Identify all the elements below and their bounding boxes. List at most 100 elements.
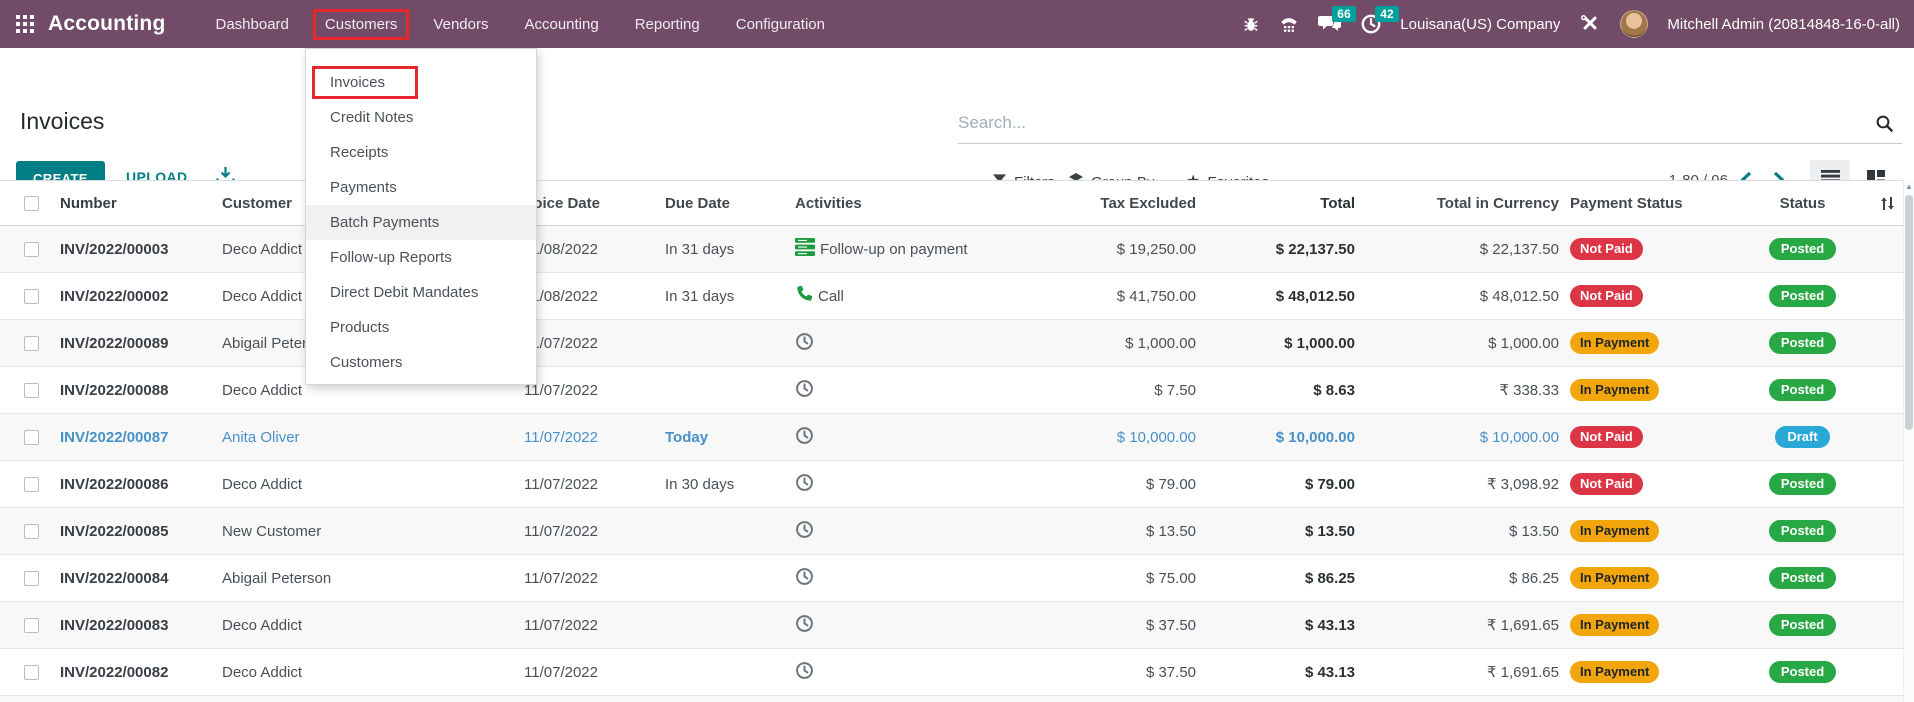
invoice-number-cell: INV/2022/00083 [44,617,206,634]
activity-clock-icon[interactable] [795,661,814,684]
activity-cell[interactable] [750,379,990,402]
apps-grid-icon[interactable] [16,15,34,33]
scroll-up-arrow[interactable]: ▲ [1904,182,1914,191]
activity-clock-icon[interactable] [795,332,814,355]
nav-item-customers[interactable]: Customers [313,9,410,40]
user-avatar[interactable] [1620,10,1648,38]
nav-item-accounting[interactable]: Accounting [512,9,610,40]
invoice-row[interactable]: INV/2022/00084Abigail Peterson11/07/2022… [0,555,1914,602]
messages-icon[interactable]: 66 [1318,14,1342,34]
header-number[interactable]: Number [44,195,206,212]
nav-item-reporting[interactable]: Reporting [623,9,712,40]
header-due-date[interactable]: Due Date [610,195,750,212]
status-badge: Posted [1769,614,1836,636]
invoice-row[interactable]: INV/2022/00088Deco Addict11/07/2022$ 7.5… [0,367,1914,414]
dropdown-item-customers[interactable]: Customers [306,345,536,380]
search-icon[interactable] [1875,114,1894,136]
header-activities[interactable]: Activities [750,195,990,212]
invoice-row[interactable]: INV/2022/00003Deco Addict11/08/2022In 31… [0,226,1914,273]
nav-item-dashboard[interactable]: Dashboard [204,9,301,40]
invoice-number-cell: INV/2022/00089 [44,335,206,352]
invoice-row[interactable]: INV/2022/00082Deco Addict11/07/2022$ 37.… [0,649,1914,696]
invoice-list: Number Customer Invoice Date Due Date Ac… [0,180,1914,702]
activity-cell[interactable] [750,426,990,449]
row-checkbox[interactable] [24,477,39,492]
activity-clock-icon[interactable] [795,473,814,496]
status-cell: Draft [1745,426,1860,448]
total-in-currency-cell: $ 86.25 [1360,570,1565,587]
customer-cell: Deco Addict [206,617,486,634]
select-all-checkbox[interactable] [24,196,39,211]
activity-clock-icon[interactable] [795,426,814,449]
dropdown-item-products[interactable]: Products [306,310,536,345]
activity-clock-icon[interactable] [795,520,814,543]
dropdown-item-follow-up-reports[interactable]: Follow-up Reports [306,240,536,275]
header-payment-status[interactable]: Payment Status [1565,195,1745,212]
scrollbar-thumb[interactable] [1905,195,1913,430]
user-menu[interactable]: Mitchell Admin (20814848-16-0-all) [1667,16,1900,33]
vertical-scrollbar[interactable]: ▲ [1903,180,1914,702]
invoice-date-cell: 11/07/2022 [486,523,610,540]
activity-cell[interactable]: Follow-up on payment [750,238,990,260]
dropdown-item-receipts[interactable]: Receipts [306,135,536,170]
invoice-row[interactable]: INV/2022/00002Deco Addict11/08/2022In 31… [0,273,1914,320]
app-name[interactable]: Accounting [48,12,166,36]
row-checkbox[interactable] [24,336,39,351]
activities-clock-icon[interactable]: 42 [1361,14,1381,34]
activity-phone-icon[interactable] [795,285,813,307]
total-cell: $ 10,000.00 [1205,429,1360,446]
row-checkbox[interactable] [24,665,39,680]
activity-cell[interactable] [750,332,990,355]
dropdown-item-invoices[interactable]: Invoices [306,65,536,100]
activity-cell[interactable] [750,567,990,590]
header-status[interactable]: Status [1745,195,1860,212]
activity-cell[interactable] [750,520,990,543]
customer-cell: Deco Addict [206,664,486,681]
total-in-currency-cell: $ 10,000.00 [1360,429,1565,446]
invoice-row[interactable]: INV/2022/00087Anita Oliver11/07/2022Toda… [0,414,1914,461]
row-checkbox[interactable] [24,430,39,445]
dropdown-item-payments[interactable]: Payments [306,170,536,205]
payment-status-badge: In Payment [1570,332,1659,354]
customers-dropdown-menu: InvoicesCredit NotesReceiptsPaymentsBatc… [305,48,537,385]
total-in-currency-cell: $ 13.50 [1360,523,1565,540]
nav-item-vendors[interactable]: Vendors [421,9,500,40]
header-total[interactable]: Total [1205,195,1360,212]
activity-clock-icon[interactable] [795,379,814,402]
row-checkbox-cell [0,383,44,398]
payment-status-badge: In Payment [1570,520,1659,542]
activity-followup-icon[interactable] [795,238,815,260]
row-checkbox[interactable] [24,383,39,398]
bug-icon[interactable] [1242,15,1260,33]
activity-cell[interactable] [750,661,990,684]
company-switcher[interactable]: Louisana(US) Company [1400,16,1560,33]
tools-icon[interactable] [1579,13,1601,35]
row-checkbox[interactable] [24,242,39,257]
row-checkbox-cell [0,242,44,257]
header-total-in-currency[interactable]: Total in Currency [1360,195,1565,212]
total-cell: $ 8.63 [1205,382,1360,399]
activity-cell[interactable] [750,473,990,496]
header-tax-excluded[interactable]: Tax Excluded [990,195,1205,212]
row-checkbox[interactable] [24,618,39,633]
row-checkbox-cell [0,571,44,586]
activity-cell[interactable]: Call [750,285,990,307]
activity-clock-icon[interactable] [795,614,814,637]
invoice-row[interactable]: INV/2022/00086Deco Addict11/07/2022In 30… [0,461,1914,508]
nav-item-configuration[interactable]: Configuration [724,9,837,40]
status-cell: Posted [1745,661,1860,683]
dropdown-item-batch-payments[interactable]: Batch Payments [306,205,536,240]
activity-clock-icon[interactable] [795,567,814,590]
dropdown-item-direct-debit-mandates[interactable]: Direct Debit Mandates [306,275,536,310]
row-checkbox[interactable] [24,289,39,304]
invoice-date-cell: 11/07/2022 [486,429,610,446]
invoice-row[interactable]: INV/2022/00085New Customer11/07/2022$ 13… [0,508,1914,555]
dropdown-item-credit-notes[interactable]: Credit Notes [306,100,536,135]
activity-cell[interactable] [750,614,990,637]
row-checkbox[interactable] [24,571,39,586]
row-checkbox[interactable] [24,524,39,539]
search-input[interactable] [958,104,1863,142]
invoice-row[interactable]: INV/2022/00083Deco Addict11/07/2022$ 37.… [0,602,1914,649]
invoice-row[interactable]: INV/2022/00089Abigail Peterson11/07/2022… [0,320,1914,367]
voip-phone-icon[interactable] [1279,15,1299,33]
